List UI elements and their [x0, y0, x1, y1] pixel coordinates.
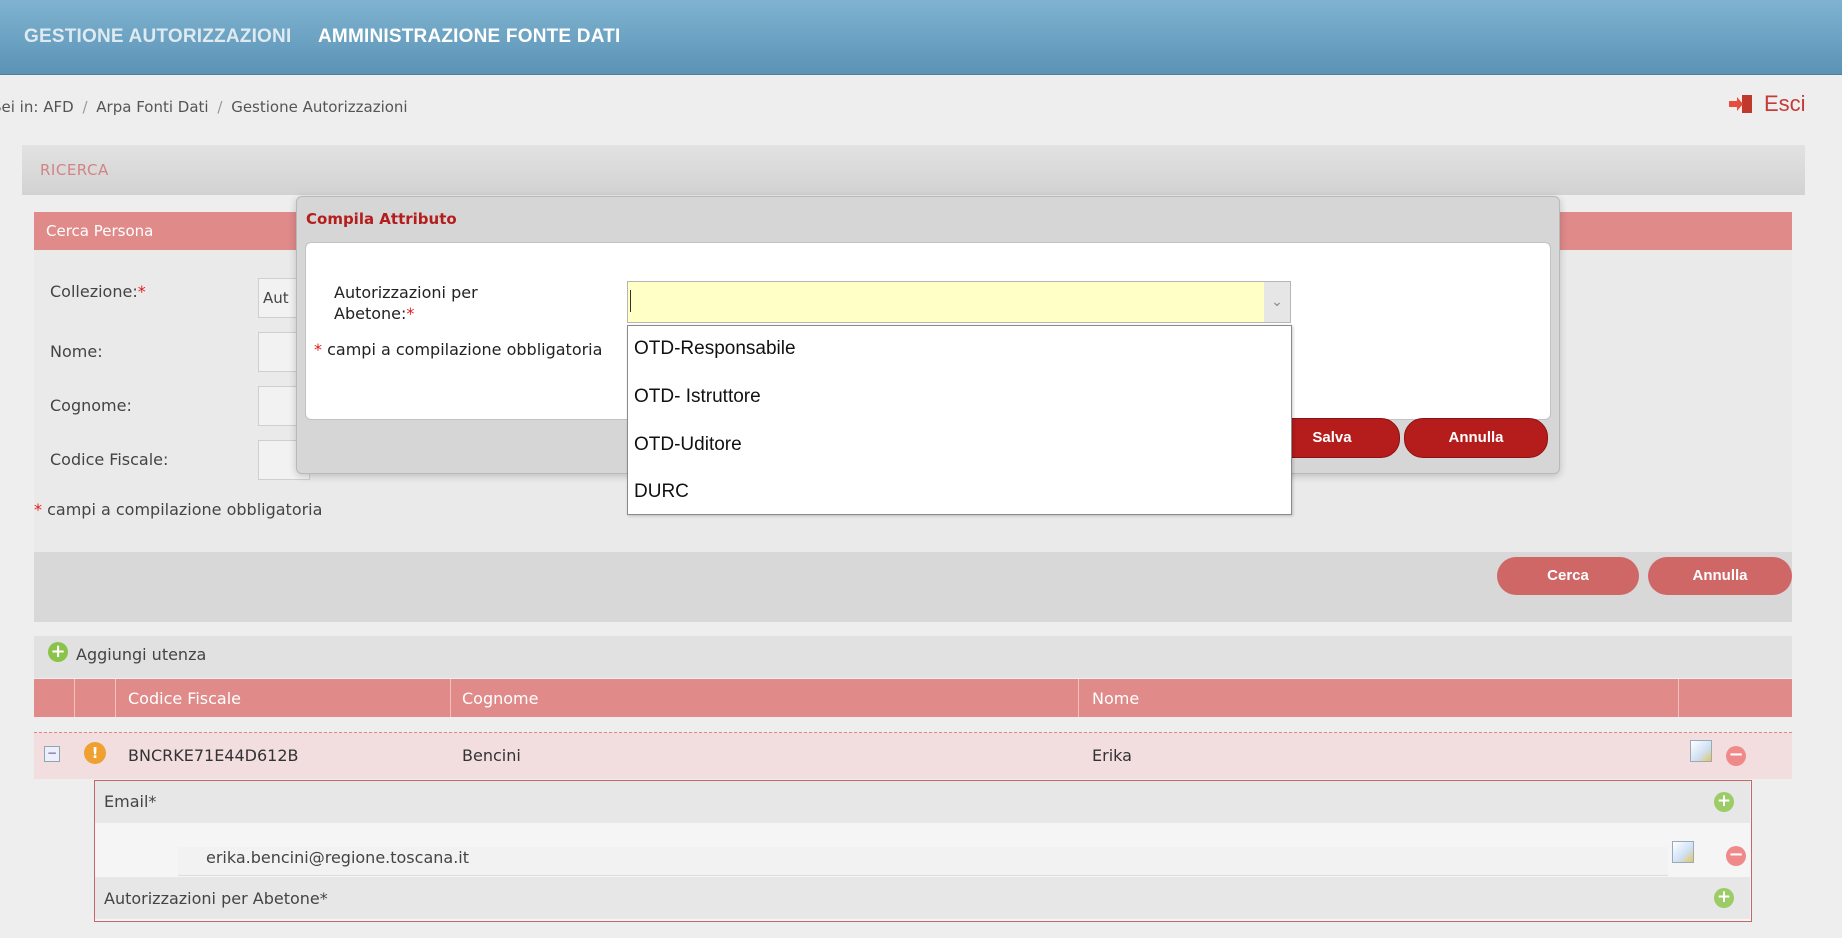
column-divider — [1678, 679, 1679, 717]
dialog-field-label-line1: Autorizzazioni per — [334, 283, 478, 302]
email-label: Email* — [104, 792, 157, 811]
breadcrumb: Sei in: AFD / Arpa Fonti Dati / Gestione… — [0, 98, 408, 116]
delete-email-icon[interactable]: − — [1726, 846, 1746, 866]
autorizzazioni-combo-input[interactable] — [627, 281, 1265, 323]
chevron-down-icon[interactable]: ⌄ — [1264, 281, 1291, 323]
dialog-required-note-text: campi a compilazione obbligatoria — [327, 340, 603, 359]
codice-fiscale-label: Codice Fiscale: — [50, 450, 169, 469]
cognome-label: Cognome: — [50, 396, 132, 415]
required-mark: * — [34, 500, 42, 519]
annulla-search-button[interactable]: Annulla — [1648, 557, 1792, 595]
column-divider — [1078, 679, 1079, 717]
nav-amministrazione-fonte-dati[interactable]: AMMINISTRAZIONE FONTE DATI — [318, 26, 621, 48]
breadcrumb-item-current: Gestione Autorizzazioni — [231, 98, 408, 116]
breadcrumb-separator: / — [82, 98, 88, 116]
dropdown-option[interactable]: OTD-Responsabile — [634, 338, 796, 360]
column-header-cognome[interactable]: Cognome — [462, 689, 538, 708]
auth-section-row — [95, 877, 1750, 919]
cerca-button[interactable]: Cerca — [1497, 557, 1639, 595]
nav-gestione-autorizzazioni[interactable]: GESTIONE AUTORIZZAZIONI — [24, 26, 291, 48]
column-divider — [450, 679, 451, 717]
breadcrumb-item-arpa[interactable]: Arpa Fonti Dati — [96, 98, 208, 116]
column-divider — [115, 679, 116, 717]
collezione-value: Aut — [263, 289, 289, 307]
add-icon[interactable]: + — [48, 642, 68, 662]
dialog-field-label: Autorizzazioni per Abetone:* — [334, 282, 478, 324]
dialog-title: Compila Attributo — [306, 210, 457, 228]
cell-nome: Erika — [1092, 746, 1132, 765]
add-user-row — [34, 636, 1792, 678]
delete-icon[interactable]: − — [1726, 746, 1746, 766]
dropdown-option[interactable]: DURC — [634, 481, 689, 503]
add-user-link[interactable]: Aggiungi utenza — [76, 645, 206, 664]
required-note-text: campi a compilazione obbligatoria — [47, 500, 323, 519]
collapse-icon[interactable]: − — [44, 746, 60, 762]
add-auth-icon[interactable]: + — [1714, 888, 1734, 908]
ricerca-title[interactable]: RICERCA — [40, 161, 109, 179]
dropdown-option[interactable]: OTD- Istruttore — [634, 386, 761, 408]
exit-link[interactable]: Esci — [1764, 91, 1806, 117]
column-header-nome[interactable]: Nome — [1092, 689, 1139, 708]
edit-icon[interactable] — [1690, 740, 1712, 762]
collezione-label: Collezione:* — [50, 282, 146, 301]
required-mark: * — [314, 340, 322, 359]
search-panel-title: Cerca Persona — [46, 222, 154, 240]
ricerca-bar — [22, 145, 1805, 195]
email-value: erika.bencini@regione.toscana.it — [206, 848, 469, 867]
exit-icon[interactable] — [1728, 94, 1754, 114]
required-note: * campi a compilazione obbligatoria — [34, 500, 322, 519]
auth-label: Autorizzazioni per Abetone* — [104, 889, 328, 908]
required-mark: * — [137, 282, 146, 301]
collezione-label-text: Collezione: — [50, 282, 138, 301]
required-mark: * — [406, 304, 415, 323]
column-header-codice-fiscale[interactable]: Codice Fiscale — [128, 689, 241, 708]
annulla-dialog-button[interactable]: Annulla — [1404, 418, 1548, 458]
add-email-icon[interactable]: + — [1714, 792, 1734, 812]
column-divider — [74, 679, 75, 717]
dialog-required-note: * campi a compilazione obbligatoria — [314, 340, 602, 359]
cell-cognome: Bencini — [462, 746, 521, 765]
text-caret — [630, 290, 631, 312]
breadcrumb-prefix: Sei in: — [0, 98, 39, 116]
nome-label: Nome: — [50, 342, 103, 361]
breadcrumb-item-afd[interactable]: AFD — [43, 98, 73, 116]
dialog-field-label-line2: Abetone: — [334, 304, 407, 323]
cell-codice-fiscale: BNCRKE71E44D612B — [128, 746, 299, 765]
users-table-header — [34, 679, 1792, 717]
warning-icon: ! — [84, 742, 106, 764]
email-section-row — [95, 781, 1750, 823]
dropdown-option[interactable]: OTD-Uditore — [634, 434, 742, 456]
edit-email-icon[interactable] — [1672, 841, 1694, 863]
breadcrumb-separator: / — [217, 98, 223, 116]
